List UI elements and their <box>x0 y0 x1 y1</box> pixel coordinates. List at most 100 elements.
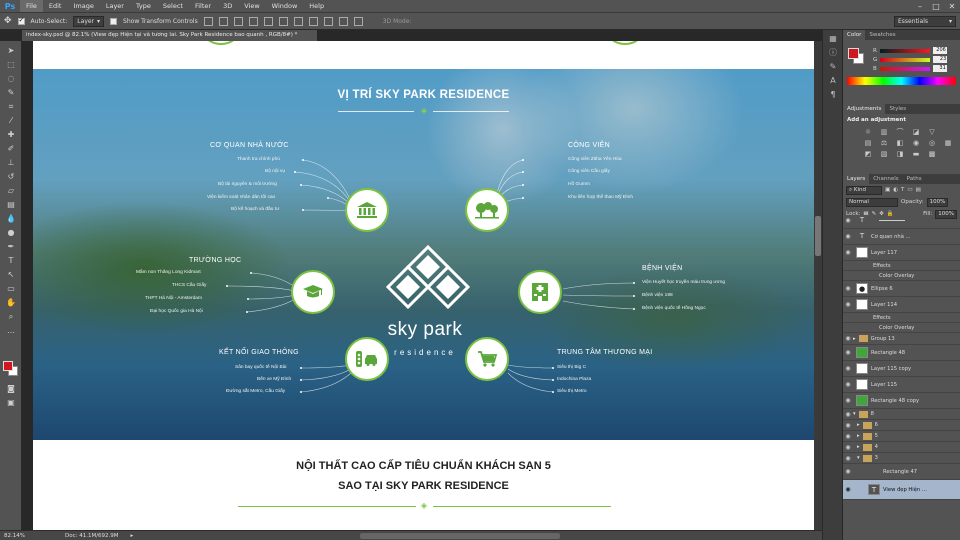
distribute-bottom-icon[interactable] <box>323 16 333 26</box>
menu-edit[interactable]: Edit <box>43 0 68 12</box>
foreground-color-swatch[interactable] <box>3 361 13 371</box>
canvas-horizontal-scrollbar[interactable] <box>360 533 560 539</box>
document-canvas[interactable]: VỊ TRÍ SKY PARK RESIDENCE ◈ CƠ QUAN NHÀ … <box>33 41 814 530</box>
chevron-right-icon[interactable]: ▸ <box>131 533 134 539</box>
close-icon[interactable]: ✕ <box>944 0 960 12</box>
layer-group-row[interactable]: ◉ ▾ 3 <box>843 453 960 464</box>
align-middle-icon[interactable] <box>218 16 228 26</box>
channel-mixer-icon[interactable]: ◎ <box>927 139 937 147</box>
history-brush-tool-icon[interactable]: ↺ <box>4 171 18 182</box>
expand-arrow-icon[interactable]: ▸ <box>857 444 860 450</box>
eye-icon[interactable]: ◉ <box>843 217 853 224</box>
more-tools-icon[interactable]: … <box>4 325 18 336</box>
eye-icon[interactable]: ◉ <box>843 285 853 292</box>
eye-icon[interactable]: ◉ <box>843 233 853 240</box>
stamp-tool-icon[interactable]: ⊥ <box>4 157 18 168</box>
layer-row[interactable]: ◉ Layer 117 <box>843 245 960 261</box>
distribute-top-icon[interactable] <box>293 16 303 26</box>
eye-icon[interactable]: ◉ <box>843 444 853 451</box>
blend-mode-dropdown[interactable]: Normal <box>846 197 898 207</box>
layer-row[interactable]: ◉ Rectangle 47 <box>843 464 960 480</box>
posterize-icon[interactable]: ▧ <box>879 150 889 158</box>
layer-row[interactable]: ◉ Layer 115 <box>843 377 960 393</box>
dodge-tool-icon[interactable]: ● <box>4 227 18 238</box>
photo-filter-icon[interactable]: ◉ <box>911 139 921 147</box>
type-tool-icon[interactable]: T <box>4 255 18 266</box>
layer-row[interactable]: ◉ Layer 114 <box>843 297 960 313</box>
color-balance-icon[interactable]: ⚖ <box>879 139 889 147</box>
expand-arrow-icon[interactable]: ▾ <box>857 455 860 461</box>
eye-icon[interactable]: ◉ <box>843 301 853 308</box>
eye-icon[interactable]: ◉ <box>843 455 853 462</box>
character-panel-icon[interactable]: A <box>828 76 838 86</box>
minimize-icon[interactable]: – <box>912 0 928 12</box>
align-bottom-icon[interactable] <box>233 16 243 26</box>
menu-window[interactable]: Window <box>266 0 304 12</box>
blue-value[interactable]: 31 <box>932 65 947 72</box>
marquee-tool-icon[interactable]: ⬚ <box>4 59 18 70</box>
layer-row[interactable]: ◉ ● Ellipse 6 <box>843 281 960 297</box>
eye-icon[interactable]: ◉ <box>843 249 853 256</box>
eye-icon[interactable]: ◉ <box>843 349 853 356</box>
hue-saturation-icon[interactable]: ▤ <box>863 139 873 147</box>
menu-filter[interactable]: Filter <box>189 0 217 12</box>
properties-panel-icon[interactable]: ⓘ <box>828 48 838 58</box>
layer-row-selected[interactable]: ◉ T View đẹp Hiện ... <box>843 480 960 500</box>
align-top-icon[interactable] <box>203 16 213 26</box>
workspace-dropdown[interactable]: Essentials ▾ <box>894 15 956 27</box>
blue-slider[interactable] <box>879 66 930 71</box>
eyedropper-tool-icon[interactable]: ⁄ <box>4 115 18 126</box>
expand-arrow-icon[interactable]: ▸ <box>853 336 856 342</box>
quick-select-tool-icon[interactable]: ✎ <box>4 87 18 98</box>
eye-icon[interactable]: ◉ <box>843 422 853 429</box>
expand-arrow-icon[interactable]: ▸ <box>857 422 860 428</box>
levels-icon[interactable]: ▥ <box>879 128 889 136</box>
eye-icon[interactable]: ◉ <box>843 397 853 404</box>
auto-select-checkbox[interactable] <box>17 16 25 25</box>
selective-color-icon[interactable]: ▩ <box>927 150 937 158</box>
paragraph-panel-icon[interactable]: ¶ <box>828 90 838 100</box>
eye-icon[interactable]: ◉ <box>843 365 853 372</box>
zoom-level[interactable]: 82.14% <box>4 533 25 539</box>
layer-row[interactable]: ◉ T <box>843 213 960 229</box>
filter-smart-icon[interactable]: ▤ <box>916 187 921 193</box>
tab-channels[interactable]: Channels <box>869 174 902 184</box>
layer-row[interactable]: ◉ Rectangle 48 copy <box>843 393 960 409</box>
lasso-tool-icon[interactable]: ◌ <box>4 73 18 84</box>
opacity-value[interactable]: 100% <box>926 197 949 207</box>
align-center-icon[interactable] <box>263 16 273 26</box>
layer-group-row[interactable]: ◉ ▾ 8 <box>843 409 960 420</box>
gradient-map-icon[interactable]: ▬ <box>911 150 921 158</box>
layer-group-row[interactable]: ◉ ▸ 5 <box>843 431 960 442</box>
hand-tool-icon[interactable]: ✋ <box>4 297 18 308</box>
eye-icon[interactable]: ◉ <box>843 381 853 388</box>
tab-color[interactable]: Color <box>843 30 866 40</box>
menu-file[interactable]: File <box>20 0 43 12</box>
green-slider[interactable] <box>880 57 931 62</box>
tab-swatches[interactable]: Swatches <box>865 30 899 40</box>
gradient-tool-icon[interactable]: ▤ <box>4 199 18 210</box>
shape-tool-icon[interactable]: ▭ <box>4 283 18 294</box>
menu-select[interactable]: Select <box>157 0 189 12</box>
show-transform-checkbox[interactable] <box>110 17 118 25</box>
layer-group-row[interactable]: ◉ ▸ 4 <box>843 442 960 453</box>
menu-view[interactable]: View <box>238 0 265 12</box>
blur-tool-icon[interactable]: 💧 <box>4 213 18 224</box>
eraser-tool-icon[interactable]: ▱ <box>4 185 18 196</box>
tab-styles[interactable]: Styles <box>885 104 910 114</box>
canvas-vertical-scrollbar[interactable] <box>814 41 822 530</box>
align-right-icon[interactable] <box>278 16 288 26</box>
scrollbar-thumb[interactable] <box>815 216 821 256</box>
red-value[interactable]: 206 <box>932 47 947 54</box>
kind-filter-dropdown[interactable]: ⌕ Kind <box>846 185 882 195</box>
crop-tool-icon[interactable]: ⌗ <box>4 101 18 112</box>
tab-adjustments[interactable]: Adjustments <box>843 104 886 114</box>
menu-type[interactable]: Type <box>130 0 157 12</box>
tab-layers[interactable]: Layers <box>843 174 870 184</box>
filter-type-icon[interactable]: T <box>901 187 904 193</box>
green-value[interactable]: 23 <box>933 56 948 63</box>
color-spectrum[interactable] <box>847 77 956 85</box>
filter-pixel-icon[interactable]: ▣ <box>885 187 890 193</box>
filter-shape-icon[interactable]: ▭ <box>907 187 912 193</box>
menu-3d[interactable]: 3D <box>217 0 238 12</box>
